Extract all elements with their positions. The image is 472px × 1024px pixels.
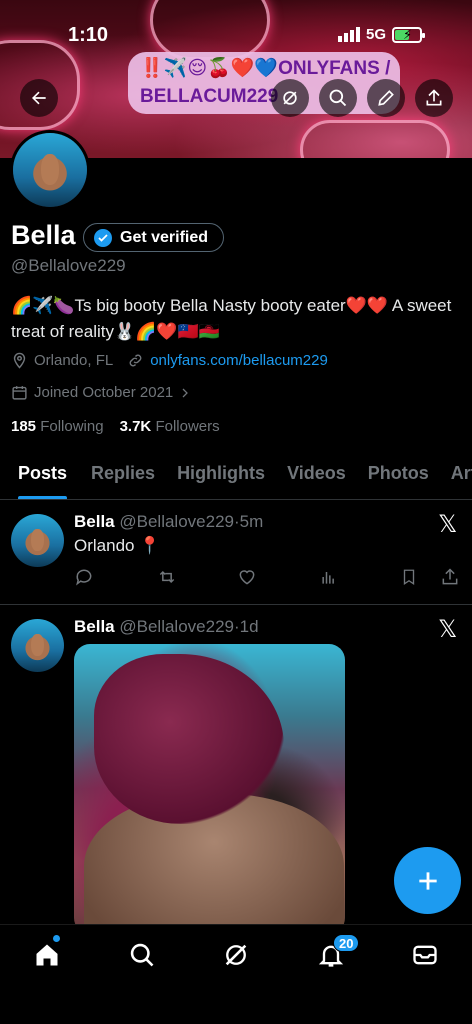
calendar-icon [12, 386, 27, 400]
post-time: 1d [239, 617, 259, 636]
get-verified-label: Get verified [120, 228, 209, 246]
status-time: 1:10 [68, 24, 109, 46]
joined-date-row[interactable]: Joined October 2021 [11, 384, 191, 401]
grok-button[interactable] [271, 79, 309, 117]
followers-link[interactable]: 3.7K Followers [120, 418, 220, 435]
like-icon[interactable] [237, 567, 257, 592]
post-avatar[interactable] [11, 514, 64, 567]
network-type: 5G [366, 26, 387, 43]
chevron-right-icon [182, 388, 189, 397]
edit-button[interactable] [367, 79, 405, 117]
battery-icon: ⚡ [392, 26, 426, 43]
post-author-handle: @Bellalove229 [119, 617, 234, 636]
post-author-handle: @Bellalove229 [119, 512, 234, 531]
back-button[interactable] [20, 79, 58, 117]
home-icon [36, 944, 58, 966]
profile-tabs: Posts Replies Highlights Videos Photos A… [0, 452, 472, 500]
tab-replies[interactable]: Replies [91, 452, 155, 499]
following-link[interactable]: 185 Following [11, 418, 104, 435]
repost-icon[interactable] [156, 567, 178, 592]
tab-posts[interactable]: Posts [18, 452, 68, 499]
search-icon [130, 943, 154, 967]
banner-text-overlay: ‼️✈️😌🍒❤️💙ONLYFANS / BELLACUM229 [128, 52, 400, 114]
verified-badge-icon [94, 228, 112, 247]
x-logo-icon[interactable]: 𝕏 [438, 510, 457, 539]
pencil-icon [378, 90, 394, 106]
profile-location: Orlando, FL [34, 352, 114, 369]
search-button[interactable] [319, 79, 357, 117]
post-avatar[interactable] [11, 619, 64, 672]
neon-light [300, 120, 450, 158]
profile-avatar[interactable] [10, 130, 90, 210]
notifications-badge: 20 [333, 934, 360, 952]
arrow-left-icon [32, 91, 46, 105]
views-icon[interactable] [319, 567, 339, 592]
nav-grok[interactable] [221, 940, 251, 970]
share-post-icon[interactable] [440, 567, 460, 592]
post-media-image[interactable] [74, 644, 345, 934]
post-divider [0, 604, 472, 605]
grok-icon [283, 91, 297, 105]
grok-icon [225, 944, 247, 966]
profile-name: Bella [11, 220, 76, 250]
profile-link[interactable]: onlyfans.com/bellacum229 [150, 352, 328, 369]
tab-photos[interactable]: Photos [368, 452, 429, 499]
tab-videos[interactable]: Videos [287, 452, 346, 499]
post-time: 5m [239, 512, 264, 531]
signal-icon [338, 27, 360, 42]
compose-button[interactable] [394, 847, 461, 914]
mail-icon [413, 945, 437, 965]
tab-highlights[interactable]: Highlights [177, 452, 265, 499]
link-icon [129, 354, 142, 367]
follow-counts: 185 Following 3.7K Followers [11, 418, 220, 435]
post-header: Bella @Bellalove229·5m [74, 512, 264, 531]
location-pin-icon [13, 352, 26, 369]
profile-meta: Orlando, FL onlyfans.com/bellacum229 [11, 352, 328, 369]
get-verified-button[interactable]: Get verified [83, 223, 224, 252]
nav-messages[interactable] [410, 940, 440, 970]
home-unread-dot [53, 935, 60, 942]
tab-articles[interactable]: Articles [451, 452, 472, 499]
joined-date: Joined October 2021 [34, 384, 174, 401]
post-header: Bella @Bellalove229·1d [74, 617, 259, 636]
x-logo-icon[interactable]: 𝕏 [438, 615, 457, 644]
share-button[interactable] [415, 79, 453, 117]
nav-home[interactable] [32, 940, 62, 970]
post-author-name[interactable]: Bella [74, 617, 115, 636]
reply-icon[interactable] [74, 567, 94, 592]
post-text: Orlando 📍 [74, 536, 161, 555]
bottom-navigation [0, 924, 472, 1024]
nav-search[interactable] [127, 940, 157, 970]
profile-handle: @Bellalove229 [11, 256, 126, 275]
status-bar: 1:10 5G ⚡ [0, 22, 472, 50]
post-author-name[interactable]: Bella [74, 512, 115, 531]
banner-line-1: ‼️✈️😌🍒❤️💙ONLYFANS / [140, 58, 391, 79]
bookmark-icon[interactable] [400, 567, 418, 592]
plus-icon [418, 871, 437, 890]
profile-bio: 🌈✈️🍆Ts big booty Bella Nasty booty eater… [11, 296, 452, 341]
post-actions [74, 567, 462, 591]
search-icon [329, 89, 347, 107]
share-icon [426, 89, 442, 106]
